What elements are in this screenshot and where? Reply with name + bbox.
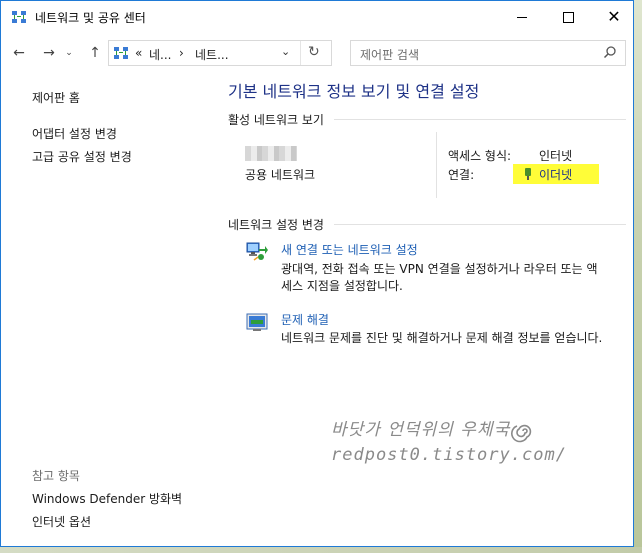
maximize-button[interactable]: [545, 1, 591, 33]
title-bar: 네트워크 및 공유 센터 ✕: [1, 1, 633, 33]
access-type-label: 액세스 형식:: [448, 149, 512, 163]
up-button[interactable]: ↑: [85, 43, 105, 63]
section-divider: [334, 119, 626, 120]
network-type-label: 공용 네트워크: [245, 168, 316, 182]
search-placeholder: 제어판 검색: [360, 48, 420, 62]
breadcrumb-segment-2[interactable]: 네트...: [195, 46, 229, 63]
vertical-divider: [436, 132, 437, 198]
swirl-logo-icon: [511, 424, 532, 443]
close-button[interactable]: ✕: [591, 1, 633, 33]
advanced-sharing-settings-link[interactable]: 고급 공유 설정 변경: [32, 148, 132, 165]
description-line: 세스 지점을 설정합니다.: [281, 279, 403, 293]
network-sharing-center-window: 네트워크 및 공유 센터 ✕ ← → ⌄ ↑ « 네... › 네트... ⌄: [0, 0, 634, 547]
description-line: 광대역, 전화 접속 또는 VPN 연결을 설정하거나 라우터 또는 액: [281, 262, 598, 276]
arrow-up-icon: ↑: [89, 45, 101, 61]
recent-locations-button[interactable]: ⌄: [63, 43, 75, 63]
arrow-left-icon: ←: [13, 45, 25, 61]
troubleshoot-description: 네트워크 문제를 진단 및 해결하거나 문제 해결 정보를 얻습니다.: [281, 330, 602, 347]
section-divider: [334, 224, 626, 225]
change-settings-heading: 네트워크 설정 변경: [228, 218, 324, 232]
desktop-background: [634, 0, 642, 553]
address-bar[interactable]: « 네... › 네트... ⌄ ↻: [108, 40, 332, 66]
maximize-icon: [562, 11, 574, 23]
minimize-icon: [517, 16, 527, 18]
windows-defender-firewall-link[interactable]: Windows Defender 방화벽: [32, 490, 182, 507]
breadcrumb-segment-1[interactable]: 네...: [149, 46, 171, 63]
active-networks-heading: 활성 네트워크 보기: [228, 113, 324, 127]
address-overflow-button[interactable]: «: [135, 46, 142, 60]
troubleshoot-problems-link[interactable]: 문제 해결: [281, 311, 329, 328]
watermark-title: 바닷가 언덕위의 우체국: [331, 420, 511, 440]
connections-label: 연결:: [448, 168, 475, 182]
minimize-button[interactable]: [499, 1, 545, 33]
breadcrumb-separator[interactable]: ›: [179, 46, 184, 60]
search-icon[interactable]: [603, 45, 617, 59]
address-dropdown-icon[interactable]: ⌄: [281, 45, 290, 58]
search-box[interactable]: 제어판 검색: [350, 40, 626, 66]
control-panel-home-link[interactable]: 제어판 홈: [32, 89, 80, 106]
ethernet-connection-link[interactable]: 이더넷: [539, 166, 572, 183]
setup-new-connection-description: 광대역, 전화 접속 또는 VPN 연결을 설정하거나 라우터 또는 액 세스 …: [281, 261, 598, 295]
forward-button[interactable]: →: [39, 43, 59, 63]
watermark-url: redpost0.tistory.com/: [331, 445, 567, 465]
close-icon: ✕: [607, 7, 621, 26]
access-type-value: 인터넷: [539, 149, 573, 163]
description-line: 네트워크 문제를 진단 및 해결하거나 문제 해결 정보를 얻습니다.: [281, 331, 603, 345]
desktop-background-bottom: [0, 547, 642, 553]
navigation-bar: ← → ⌄ ↑ « 네... › 네트... ⌄ ↻ 제어판 검색: [1, 37, 633, 69]
chevron-down-icon: ⌄: [65, 48, 73, 58]
see-also-heading: 참고 항목: [32, 469, 80, 483]
change-adapter-settings-link[interactable]: 어댑터 설정 변경: [32, 125, 117, 142]
setup-new-connection-link[interactable]: 새 연결 또는 네트워크 설정: [281, 241, 418, 258]
internet-options-link[interactable]: 인터넷 옵션: [32, 513, 91, 530]
troubleshoot-icon: [246, 313, 268, 331]
network-center-icon: [12, 11, 26, 23]
arrow-right-icon: →: [43, 45, 55, 61]
address-divider: [300, 41, 301, 65]
window-title: 네트워크 및 공유 센터: [35, 11, 146, 25]
new-connection-icon: [246, 242, 268, 261]
ethernet-icon: [525, 168, 531, 180]
back-button[interactable]: ←: [9, 43, 29, 63]
network-center-icon: [114, 47, 128, 59]
network-name-blurred: [245, 146, 297, 161]
refresh-icon[interactable]: ↻: [308, 44, 320, 60]
page-title: 기본 네트워크 정보 보기 및 연결 설정: [228, 82, 480, 101]
